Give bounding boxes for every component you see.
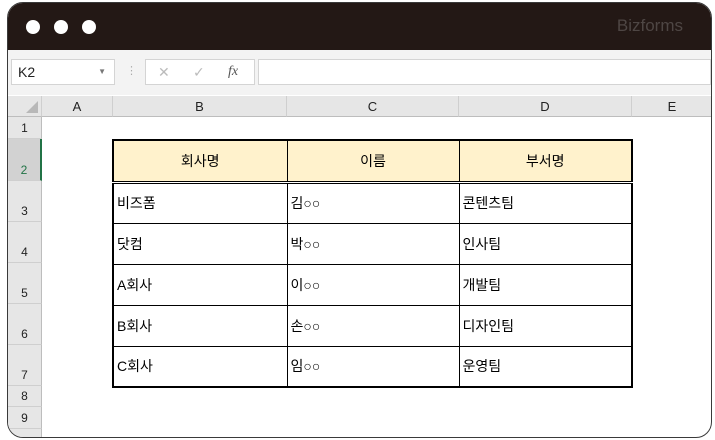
header-cell[interactable]: 이름 [286, 139, 460, 184]
cell[interactable]: 디자인팀 [458, 304, 633, 347]
cell[interactable]: 이○○ [286, 263, 460, 306]
header-cell[interactable]: 회사명 [112, 139, 288, 184]
table-row: A회사 이○○ 개발팀 [112, 263, 633, 306]
title-bar: Bizforms [8, 3, 711, 50]
formula-buttons: ✕ ✓ fx [145, 59, 255, 85]
row-header-9[interactable]: 9 [8, 407, 42, 429]
cancel-icon[interactable]: ✕ [158, 64, 170, 81]
row-header-3[interactable]: 3 [8, 181, 42, 222]
cell[interactable]: A회사 [112, 263, 288, 306]
formula-bar: K2 ▼ ⋮ ✕ ✓ fx [8, 50, 711, 95]
data-table: 회사명 이름 부서명 비즈폼 김○○ 콘텐츠팀 닷컴 박○○ 인사팀 A회사 이○○ 개발팀… [112, 139, 633, 388]
row-header-1[interactable]: 1 [8, 117, 42, 139]
cell[interactable]: 비즈폼 [112, 181, 288, 224]
row-header-2[interactable]: 2 [8, 139, 42, 181]
cell[interactable]: 손○○ [286, 304, 460, 347]
window-dot-icon[interactable] [82, 20, 96, 34]
column-header-d[interactable]: D [459, 96, 632, 117]
cell[interactable]: 개발팀 [458, 263, 633, 306]
column-header-e[interactable]: E [632, 96, 711, 117]
table-row: C회사 임○○ 운영팀 [112, 345, 633, 388]
drag-handle-icon[interactable]: ⋮ [126, 64, 137, 77]
cell[interactable]: 박○○ [286, 222, 460, 265]
row-header-7[interactable]: 7 [8, 345, 42, 386]
header-cell[interactable]: 부서명 [458, 139, 633, 184]
row-header-5[interactable]: 5 [8, 263, 42, 304]
name-box[interactable]: K2 ▼ [11, 59, 115, 85]
chevron-down-icon[interactable]: ▼ [98, 67, 106, 76]
table-row: 비즈폼 김○○ 콘텐츠팀 [112, 181, 633, 224]
column-header-a[interactable]: A [42, 96, 113, 117]
cell[interactable]: 운영팀 [458, 345, 633, 388]
table-header-row: 회사명 이름 부서명 [112, 139, 633, 184]
row-header-10[interactable] [8, 429, 42, 437]
check-icon[interactable]: ✓ [193, 64, 205, 81]
window-dot-icon[interactable] [26, 20, 40, 34]
cell[interactable]: B회사 [112, 304, 288, 347]
cell[interactable]: 닷컴 [112, 222, 288, 265]
cell[interactable]: C회사 [112, 345, 288, 388]
spreadsheet-window: Bizforms K2 ▼ ⋮ ✕ ✓ fx A B C D E 1 2 3 4 … [7, 2, 712, 438]
row-header-8[interactable]: 8 [8, 386, 42, 407]
cell[interactable]: 임○○ [286, 345, 460, 388]
cell[interactable]: 인사팀 [458, 222, 633, 265]
table-row: 닷컴 박○○ 인사팀 [112, 222, 633, 265]
row-header-4[interactable]: 4 [8, 222, 42, 263]
name-box-value: K2 [18, 64, 36, 80]
window-dot-icon[interactable] [54, 20, 68, 34]
cell[interactable]: 콘텐츠팀 [458, 181, 633, 224]
table-row: B회사 손○○ 디자인팀 [112, 304, 633, 347]
cell[interactable]: 김○○ [286, 181, 460, 224]
function-icon[interactable]: fx [228, 64, 238, 80]
select-all-button[interactable] [8, 96, 42, 117]
row-header-6[interactable]: 6 [8, 304, 42, 345]
column-header-c[interactable]: C [287, 96, 459, 117]
column-header-b[interactable]: B [113, 96, 287, 117]
formula-input[interactable] [258, 59, 711, 85]
brand-logo: Bizforms [616, 16, 683, 35]
